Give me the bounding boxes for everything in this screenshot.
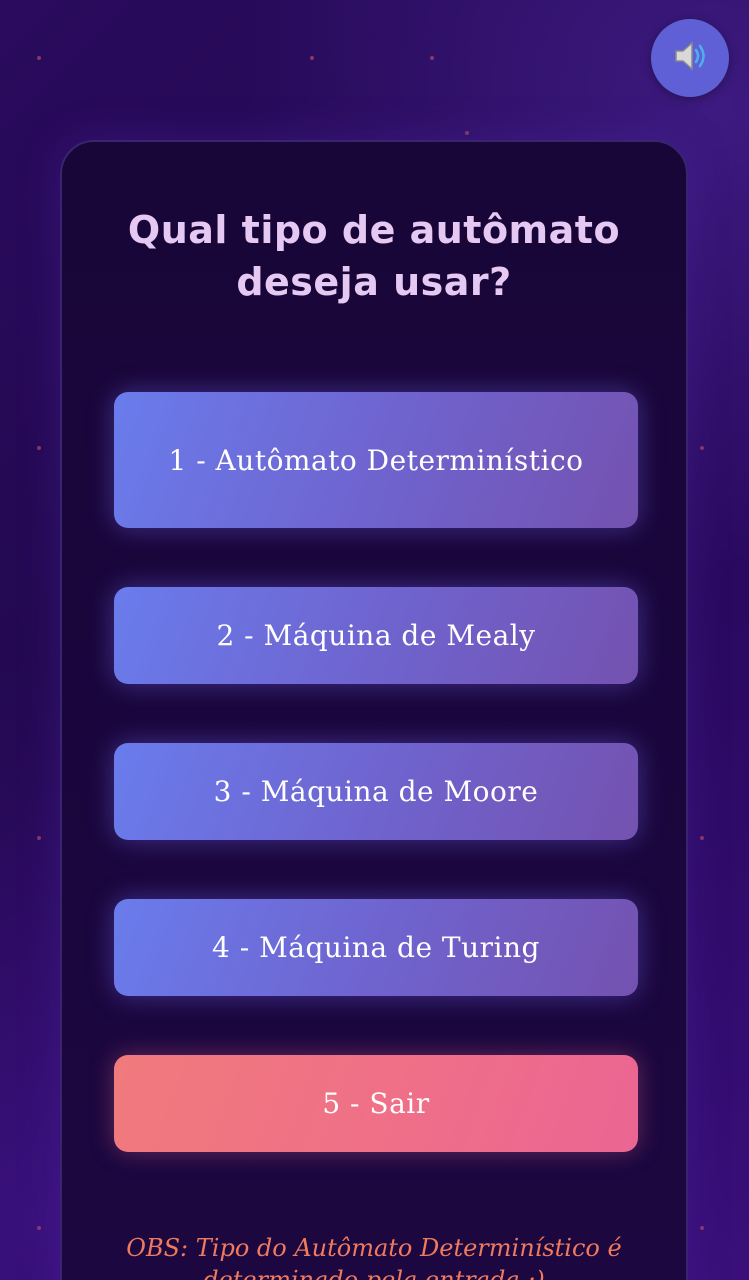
option-moore-machine-button[interactable]: 3 - Máquina de Moore: [114, 743, 638, 840]
page-title-line-2: deseja usar?: [236, 260, 512, 304]
background-star: [310, 56, 314, 60]
option-4-label: 4 - Máquina de Turing: [212, 931, 540, 964]
background-star: [700, 836, 704, 840]
menu-card: Qual tipo de autômato deseja usar? 1 - A…: [60, 140, 688, 1280]
background-star: [37, 1226, 41, 1230]
background-star: [700, 1226, 704, 1230]
background-star: [37, 56, 41, 60]
option-1-label: 1 - Autômato Determinístico: [168, 443, 584, 477]
sound-toggle-button[interactable]: [651, 19, 729, 97]
option-deterministic-automaton-button[interactable]: 1 - Autômato Determinístico: [114, 392, 638, 528]
option-turing-machine-button[interactable]: 4 - Máquina de Turing: [114, 899, 638, 996]
background-star: [37, 446, 41, 450]
option-mealy-machine-button[interactable]: 2 - Máquina de Mealy: [114, 587, 638, 684]
option-3-label: 3 - Máquina de Moore: [213, 775, 539, 808]
exit-button-label: 5 - Sair: [322, 1087, 430, 1120]
speaker-icon: [670, 36, 710, 80]
background-star: [465, 131, 469, 135]
page-title: Qual tipo de autômato deseja usar?: [62, 204, 686, 308]
background-star: [700, 446, 704, 450]
background-star: [37, 836, 41, 840]
background-star: [430, 56, 434, 60]
option-2-label: 2 - Máquina de Mealy: [216, 619, 536, 652]
exit-button[interactable]: 5 - Sair: [114, 1055, 638, 1152]
page-title-line-1: Qual tipo de autômato: [127, 208, 621, 252]
footnote-text: OBS: Tipo do Autômato Determinístico é d…: [126, 1234, 622, 1280]
